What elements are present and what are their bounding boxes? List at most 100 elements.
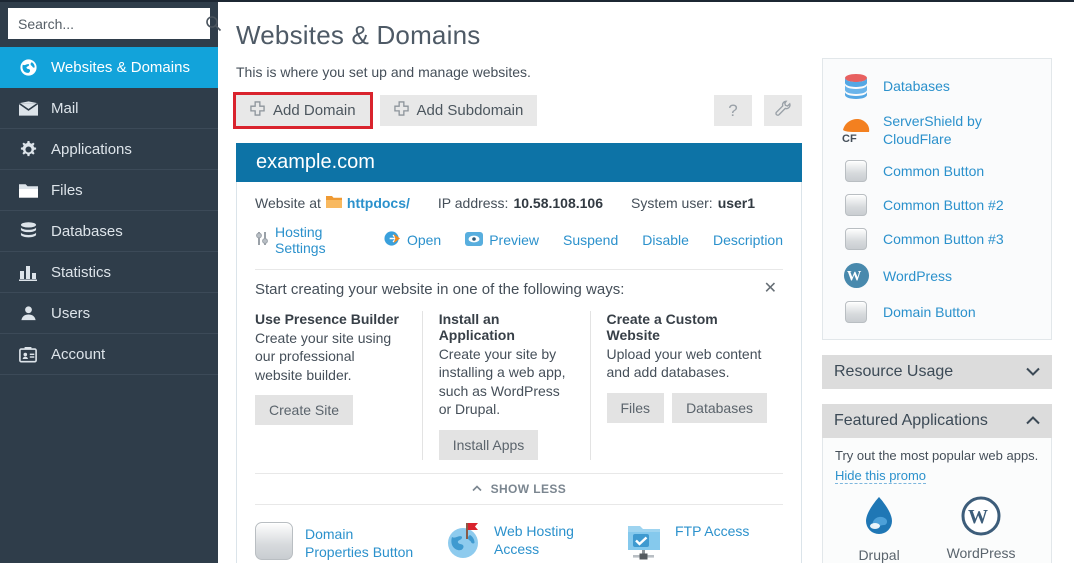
sidebar-item-label: Account: [51, 346, 105, 363]
create-site-button[interactable]: Create Site: [255, 395, 353, 425]
svg-text:W: W: [968, 506, 988, 528]
hosting-settings-link[interactable]: Hosting Settings: [275, 224, 360, 256]
sidebar-item-label: Files: [51, 182, 83, 199]
files-button[interactable]: Files: [607, 393, 665, 423]
quick-link-databases[interactable]: Databases: [823, 67, 1051, 106]
wordpress-icon: W: [841, 262, 871, 289]
ftp-folder-icon[interactable]: [625, 522, 663, 563]
folder-orange-icon: [326, 195, 342, 211]
database-icon: [18, 222, 38, 240]
webroot-link[interactable]: httpdocs/: [347, 195, 410, 211]
ftp-access-link[interactable]: FTP Access: [675, 522, 790, 563]
sidebar-item-applications[interactable]: Applications: [0, 129, 218, 170]
bar-chart-icon: [18, 264, 38, 281]
sidebar-item-label: Mail: [51, 100, 79, 117]
add-subdomain-button[interactable]: Add Subdomain: [380, 95, 538, 126]
close-icon[interactable]: ✕: [764, 278, 777, 298]
domain-panel: example.com Website at httpdocs/ IP addr…: [236, 143, 802, 563]
sidebar-item-files[interactable]: Files: [0, 170, 218, 211]
page-subtitle: This is where you set up and manage webs…: [236, 64, 802, 80]
show-less-toggle[interactable]: SHOW LESS: [255, 473, 783, 505]
domain-panel-body: Website at httpdocs/ IP address: 10.58.1…: [236, 182, 802, 563]
wordpress-icon: W: [961, 496, 1001, 539]
promo-col-install-app: Install an Application Create your site …: [422, 311, 590, 460]
accordion-resource-usage[interactable]: Resource Usage: [822, 355, 1052, 389]
description-link[interactable]: Description: [713, 232, 783, 248]
sidebar-item-websites-domains[interactable]: Websites & Domains: [0, 47, 218, 88]
toolbar: Add Domain Add Subdomain ?: [236, 95, 802, 126]
preview-icon: [465, 232, 483, 249]
promo-col-heading: Use Presence Builder: [255, 311, 406, 327]
quick-link-common-button-2[interactable]: Common Button #2: [823, 188, 1051, 222]
preview-link[interactable]: Preview: [489, 232, 539, 248]
chevron-down-icon: [1026, 363, 1040, 381]
add-domain-button[interactable]: Add Domain: [236, 95, 370, 126]
shortcut-ftp-access: FTP Access: [609, 522, 790, 563]
ip-value: 10.58.108.106: [513, 195, 603, 211]
accordion-featured-applications[interactable]: Featured Applications: [822, 404, 1052, 438]
install-apps-button[interactable]: Install Apps: [439, 430, 539, 460]
gear-icon: [18, 140, 38, 159]
disable-link[interactable]: Disable: [642, 232, 689, 248]
top-border: [0, 0, 1074, 2]
search-input[interactable]: [8, 8, 205, 39]
sidebar-item-databases[interactable]: Databases: [0, 211, 218, 252]
databases-button[interactable]: Databases: [672, 393, 767, 423]
question-icon: ?: [728, 101, 737, 121]
quick-link-wordpress[interactable]: W WordPress: [823, 256, 1051, 295]
database-color-icon: [841, 73, 871, 100]
featured-apps-box: Try out the most popular web apps. Hide …: [822, 438, 1052, 563]
globe-flag-icon[interactable]: [446, 522, 482, 563]
hosting-settings-icon: [255, 231, 269, 249]
drupal-icon: [860, 496, 898, 541]
domain-shortcuts: Domain Properties Button Additional comm…: [255, 522, 783, 563]
promo-title: Start creating your website in one of th…: [255, 281, 783, 298]
custom-button-icon: [845, 160, 867, 182]
sidebar-item-mail[interactable]: Mail: [0, 88, 218, 129]
website-at-label: Website at: [255, 195, 321, 211]
sidebar-item-users[interactable]: Users: [0, 293, 218, 334]
quick-link-common-button-3[interactable]: Common Button #3: [823, 222, 1051, 256]
page-title: Websites & Domains: [236, 20, 802, 51]
open-site-icon: [384, 230, 401, 250]
getting-started-promo: Start creating your website in one of th…: [255, 269, 783, 460]
svg-text:W: W: [846, 269, 861, 285]
custom-button-icon[interactable]: [255, 522, 293, 560]
system-user-label: System user:: [631, 195, 713, 211]
quick-link-common-button[interactable]: Common Button: [823, 154, 1051, 188]
search-icon[interactable]: [205, 15, 222, 32]
settings-wrench-button[interactable]: [764, 95, 802, 126]
ip-label: IP address:: [438, 195, 509, 211]
domain-properties-link[interactable]: Domain Properties Button: [305, 525, 420, 561]
cloudflare-icon: CF: [841, 116, 871, 144]
globe-icon: [18, 58, 38, 77]
app-tile-drupal[interactable]: Drupal: [858, 496, 899, 563]
help-button[interactable]: ?: [714, 95, 752, 126]
domain-actions: Hosting Settings Open Preview Suspend Di…: [255, 224, 783, 256]
web-hosting-access-link[interactable]: Web Hosting Access: [494, 522, 609, 563]
chevron-up-icon: [1026, 412, 1040, 430]
sidebar-item-label: Users: [51, 305, 90, 322]
app-tile-wordpress[interactable]: W WordPress: [947, 496, 1016, 563]
featured-apps-text: Try out the most popular web apps.: [835, 448, 1039, 463]
main-content: Websites & Domains This is where you set…: [236, 2, 802, 563]
sidebar-item-account[interactable]: Account: [0, 334, 218, 375]
promo-col-text: Upload your web content and add database…: [607, 345, 768, 382]
open-link[interactable]: Open: [407, 232, 441, 248]
suspend-link[interactable]: Suspend: [563, 232, 618, 248]
quick-link-servershield[interactable]: CF ServerShield by CloudFlare: [823, 106, 1051, 154]
system-user-value: user1: [718, 195, 755, 211]
sidebar-item-statistics[interactable]: Statistics: [0, 252, 218, 293]
promo-col-custom-website: Create a Custom Website Upload your web …: [590, 311, 784, 460]
sidebar-item-label: Applications: [51, 141, 132, 158]
quick-link-domain-button[interactable]: Domain Button: [823, 295, 1051, 329]
promo-col-presence-builder: Use Presence Builder Create your site us…: [255, 311, 422, 460]
domain-info-row: Website at httpdocs/ IP address: 10.58.1…: [255, 195, 783, 211]
custom-button-icon: [845, 228, 867, 250]
hide-promo-link[interactable]: Hide this promo: [835, 468, 926, 484]
sidebar: Websites & Domains Mail Applications Fil…: [0, 0, 218, 563]
promo-col-text: Create your site using our professional …: [255, 329, 406, 384]
sidebar-item-label: Databases: [51, 223, 123, 240]
promo-col-text: Create your site by installing a web app…: [439, 345, 574, 419]
mail-icon: [18, 101, 38, 116]
